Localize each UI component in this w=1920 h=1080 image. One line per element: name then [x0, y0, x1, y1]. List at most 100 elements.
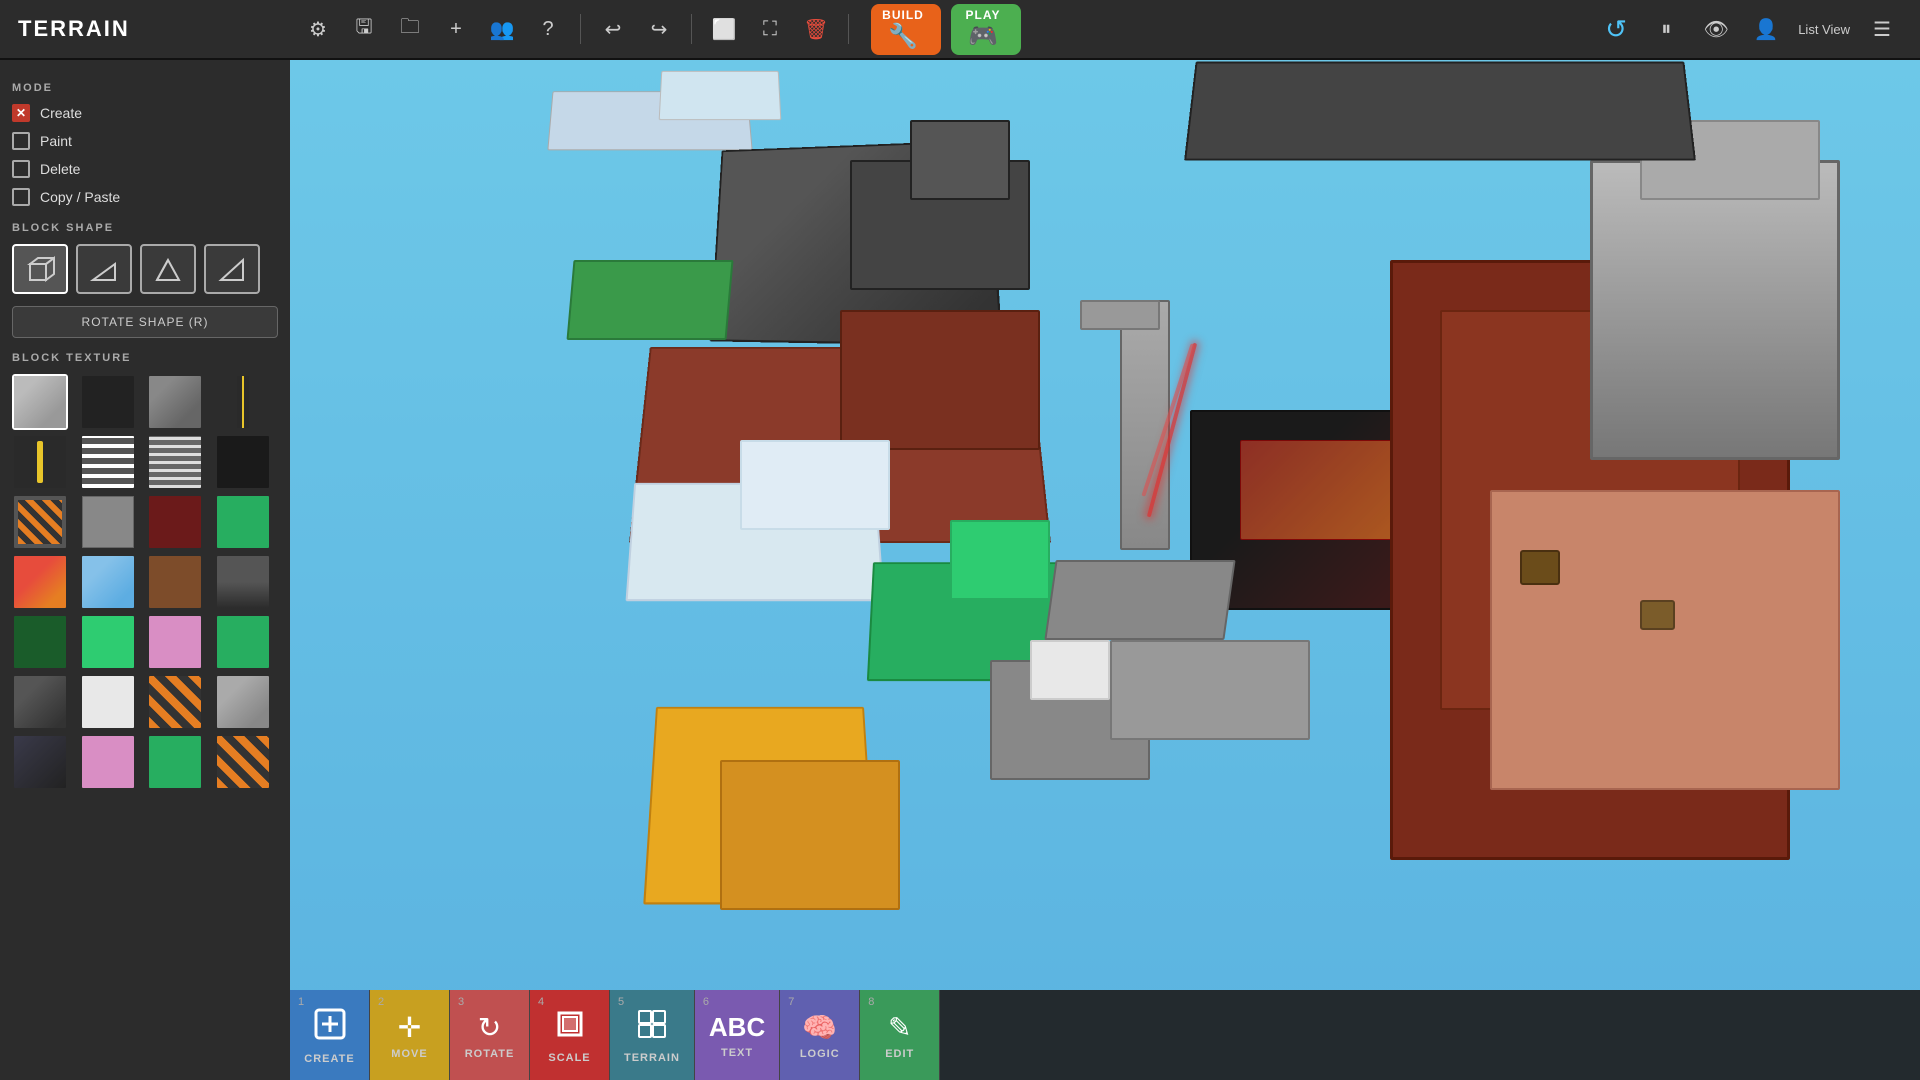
play-button[interactable]: PLAY 🎮 [951, 4, 1021, 55]
pause-icon[interactable]: ⏸ [1648, 11, 1684, 47]
texture-striped-warn[interactable] [147, 674, 203, 730]
tool-edit-num: 8 [868, 996, 874, 1008]
texture-grid [12, 374, 278, 790]
tool-scale[interactable]: 4 SCALE [530, 990, 610, 1080]
mode-paint-label: Paint [40, 133, 72, 149]
texture-mountain[interactable] [215, 554, 271, 610]
tool-scale-num: 4 [538, 996, 544, 1008]
mode-create[interactable]: ✕ Create [12, 104, 278, 122]
rotate-shape-button[interactable]: ROTATE SHAPE (R) [12, 306, 278, 338]
texture-yellow-stripe[interactable] [215, 374, 271, 430]
copy-view-icon[interactable]: ⬜ [706, 11, 742, 47]
tool-move-num: 2 [378, 996, 384, 1008]
add-icon[interactable]: + [438, 11, 474, 47]
tool-create[interactable]: 1 CREATE [290, 990, 370, 1080]
tool-edit-label: EDIT [885, 1048, 914, 1060]
texture-green4[interactable] [147, 734, 203, 790]
tool-text-icon: ABC [709, 1012, 765, 1043]
texture-dark-stone[interactable] [12, 734, 68, 790]
texture-white-lines[interactable] [80, 434, 136, 490]
profile-icon[interactable]: 👤 [1748, 11, 1784, 47]
tool-rotate-label: ROTATE [465, 1048, 515, 1060]
texture-snow[interactable] [80, 674, 136, 730]
block-shapes [12, 244, 278, 294]
mode-create-label: Create [40, 105, 82, 121]
tool-move-icon: ✛ [398, 1011, 421, 1044]
texture-pink2[interactable] [80, 734, 136, 790]
mode-paint[interactable]: Paint [12, 132, 278, 150]
texture-lava[interactable] [12, 554, 68, 610]
tool-rotate[interactable]: 3 ↻ ROTATE [450, 990, 530, 1080]
tool-logic[interactable]: 7 🧠 LOGIC [780, 990, 860, 1080]
tool-scale-icon [553, 1007, 587, 1048]
texture-dark2[interactable] [215, 434, 271, 490]
texture-tall-bar[interactable] [12, 434, 68, 490]
tool-logic-label: LOGIC [800, 1048, 840, 1060]
tool-terrain-num: 5 [618, 996, 624, 1008]
texture-horizontal-lines[interactable] [147, 434, 203, 490]
app-title: TERRAIN [0, 16, 290, 42]
tool-text-label: TEXT [721, 1047, 753, 1059]
team-icon[interactable]: 👥 [484, 11, 520, 47]
refresh-icon[interactable]: ↺ [1598, 11, 1634, 47]
shape-cube-button[interactable] [12, 244, 68, 294]
texture-green2[interactable] [80, 614, 136, 670]
texture-dark-green[interactable] [12, 614, 68, 670]
texture-dark-red[interactable] [147, 494, 203, 550]
texture-cobble[interactable] [80, 494, 136, 550]
list-view-icon[interactable]: ☰ [1864, 11, 1900, 47]
texture-gray-med[interactable] [147, 374, 203, 430]
block-texture-section-label: BLOCK TEXTURE [12, 352, 278, 364]
eye-icon[interactable]: 👁 [1698, 11, 1734, 47]
texture-orange-warn[interactable] [12, 494, 68, 550]
mode-create-checkbox[interactable]: ✕ [12, 104, 30, 122]
mode-copy-paste[interactable]: Copy / Paste [12, 188, 278, 206]
redo-icon[interactable]: ↪ [641, 11, 677, 47]
tool-edit[interactable]: 8 ✎ EDIT [860, 990, 940, 1080]
separator [691, 14, 692, 44]
texture-dark[interactable] [80, 374, 136, 430]
help-icon[interactable]: ? [530, 11, 566, 47]
settings-icon[interactable]: ⚙ [300, 11, 336, 47]
texture-ice[interactable] [80, 554, 136, 610]
resize-icon[interactable]: ⛶ [752, 11, 788, 47]
shape-slope-button[interactable] [76, 244, 132, 294]
tool-rotate-num: 3 [458, 996, 464, 1008]
mode-delete[interactable]: Delete [12, 160, 278, 178]
tool-terrain-icon [635, 1007, 669, 1048]
mode-section-label: MODE [12, 82, 278, 94]
mode-copy-paste-checkbox[interactable] [12, 188, 30, 206]
build-icon: 🔧 [888, 22, 918, 51]
save-icon[interactable]: 🖫 [346, 11, 382, 47]
mode-paint-checkbox[interactable] [12, 132, 30, 150]
texture-striped-warn2[interactable] [215, 734, 271, 790]
folder-icon[interactable]: 🗀 [392, 11, 428, 47]
texture-stone-light[interactable] [215, 674, 271, 730]
shape-corner-button[interactable] [204, 244, 260, 294]
texture-brown[interactable] [147, 554, 203, 610]
tool-text[interactable]: 6 ABC TEXT [695, 990, 780, 1080]
separator [580, 14, 581, 44]
texture-pink[interactable] [147, 614, 203, 670]
texture-green[interactable] [215, 494, 271, 550]
texture-gray-light[interactable] [12, 374, 68, 430]
tool-move-label: MOVE [391, 1048, 427, 1060]
block-shape-section-label: BLOCK SHAPE [12, 222, 278, 234]
build-button[interactable]: BUILD 🔧 [871, 4, 941, 55]
tool-create-label: CREATE [304, 1053, 354, 1065]
mode-delete-checkbox[interactable] [12, 160, 30, 178]
build-label: BUILD [882, 8, 924, 22]
undo-icon[interactable]: ↩ [595, 11, 631, 47]
trash-icon[interactable]: 🗑 [798, 11, 834, 47]
texture-green3[interactable] [215, 614, 271, 670]
tool-terrain[interactable]: 5 TERRAIN [610, 990, 695, 1080]
tool-logic-icon: 🧠 [802, 1011, 837, 1044]
tool-move[interactable]: 2 ✛ MOVE [370, 990, 450, 1080]
top-bar: TERRAIN ⚙ 🖫 🗀 + 👥 ? ↩ ↪ ⬜ ⛶ 🗑 BUILD 🔧 PL… [0, 0, 1920, 60]
tool-logic-num: 7 [788, 996, 794, 1008]
texture-stone-dark[interactable] [12, 674, 68, 730]
tool-terrain-label: TERRAIN [624, 1052, 680, 1064]
toolbar: ⚙ 🖫 🗀 + 👥 ? ↩ ↪ ⬜ ⛶ 🗑 BUILD 🔧 PLAY 🎮 [290, 4, 1598, 55]
viewport[interactable] [290, 60, 1920, 1080]
shape-wedge-button[interactable] [140, 244, 196, 294]
